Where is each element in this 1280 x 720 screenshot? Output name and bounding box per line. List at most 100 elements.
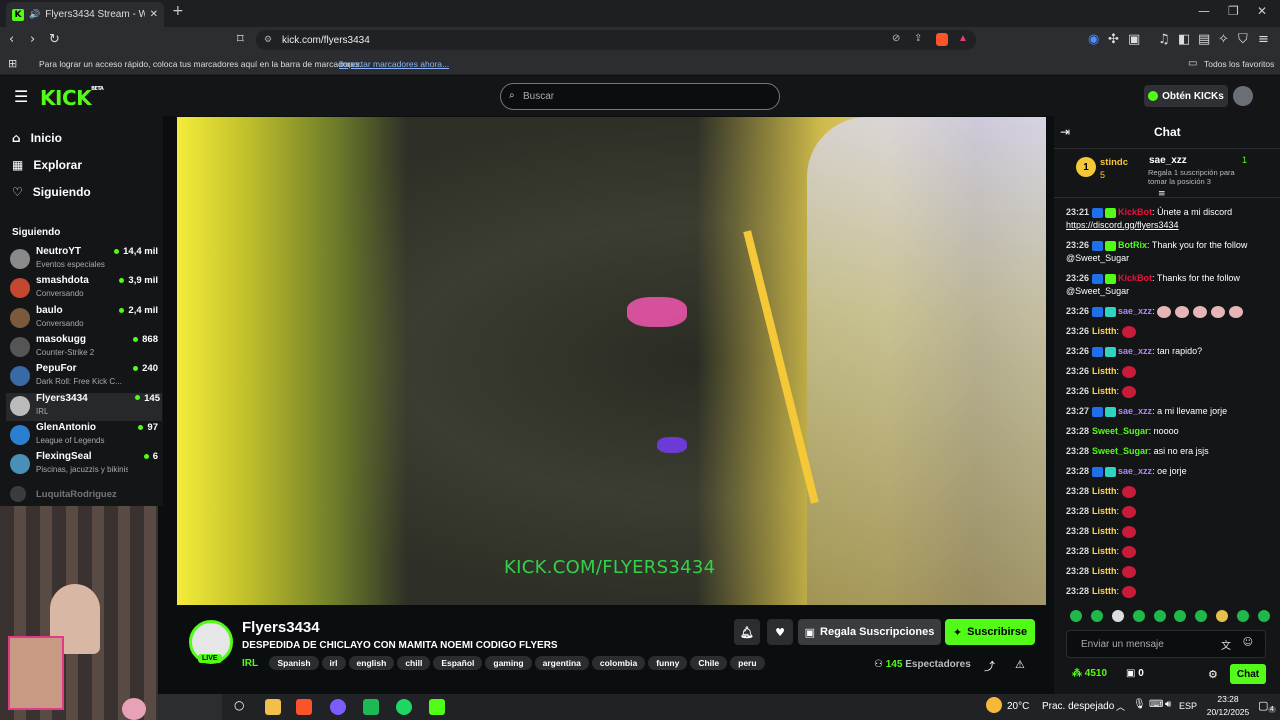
get-kicks-button[interactable]: Obtén KICKs [1144, 85, 1228, 107]
message-user[interactable]: Listth [1092, 526, 1117, 536]
browser-tab[interactable]: K 🔊 Flyers3434 Stream - Watch Li... ✕ [6, 2, 164, 27]
screenshot-icon[interactable]: ▣ [1128, 32, 1140, 47]
clock-date[interactable]: 20/12/2025 [1201, 707, 1255, 717]
brave-browser-icon[interactable] [296, 699, 312, 715]
tag-irl[interactable]: irl [321, 656, 346, 670]
tag-español[interactable]: Español [433, 656, 483, 670]
weather-temp[interactable]: 20°C [1007, 701, 1029, 712]
site-info-icon[interactable]: ⚙ [264, 34, 272, 45]
tracker-block-icon[interactable]: ⊘ [892, 33, 900, 44]
kicks-balance[interactable]: ⁂ 4510 [1072, 668, 1107, 679]
message-user[interactable]: Listth [1092, 506, 1117, 516]
message-user[interactable]: Listth [1092, 386, 1117, 396]
wallet-icon[interactable]: ▤ [1198, 32, 1210, 47]
sidebar-channel-smashdota[interactable]: smashdota Conversando 3,9 mil [10, 275, 160, 303]
collapse-chat-icon[interactable]: ⇥ [1060, 125, 1070, 139]
clock-time[interactable]: 23:28 [1208, 694, 1248, 704]
emote-icon[interactable] [1153, 610, 1166, 622]
message-user[interactable]: KickBot [1118, 207, 1152, 217]
emote-icon[interactable] [1195, 610, 1208, 622]
settings-icon[interactable]: ⚙ [1208, 668, 1218, 681]
emote-icon[interactable] [1070, 610, 1082, 622]
hamburger-menu-icon[interactable]: ☰ [14, 87, 28, 106]
video-player[interactable]: KICK.COM/FLYERS3434 [177, 117, 1046, 605]
emote-icon[interactable] [1216, 610, 1229, 622]
message-user[interactable]: Listth [1092, 566, 1117, 576]
message-user[interactable]: Listth [1092, 326, 1117, 336]
new-tab-icon[interactable]: + [172, 3, 184, 19]
emote-icon[interactable] [1132, 610, 1145, 622]
menu-icon[interactable]: ≡ [1258, 32, 1269, 47]
expand-icon[interactable]: ≡ [1158, 189, 1166, 199]
mic-icon[interactable]: 🎙︎ [1133, 699, 1146, 710]
subs-balance[interactable]: ▣ 0 [1126, 668, 1144, 679]
nav-home[interactable]: ⌂ Inicio [12, 131, 62, 145]
leo-ai-icon[interactable]: ✧ [1218, 32, 1229, 47]
emote-icon[interactable] [1111, 610, 1124, 622]
emote-icon[interactable] [1257, 610, 1270, 622]
offline-channel[interactable]: LuquitaRodriguez [10, 486, 158, 502]
gift-subs-button[interactable]: ▣ Regala Suscripciones [798, 619, 941, 645]
search-input[interactable]: ⌕ Buscar [500, 83, 780, 110]
weather-text[interactable]: Prac. despejado [1042, 701, 1114, 712]
tag-chile[interactable]: Chile [690, 656, 728, 670]
app-icon[interactable] [330, 699, 346, 715]
message-user[interactable]: Listth [1092, 546, 1117, 556]
sidebar-channel-pepufor[interactable]: PepuFor Dark Roll: Free Kick C... 240 [10, 363, 160, 391]
all-favorites[interactable]: Todos los favoritos [1204, 59, 1274, 69]
message-user[interactable]: Sweet_Sugar [1092, 446, 1149, 456]
tag-gaming[interactable]: gaming [485, 656, 532, 670]
subscribe-button[interactable]: ✦ Suscribirse [945, 619, 1035, 645]
message-user[interactable]: sae_xzz [1118, 306, 1152, 316]
user-avatar[interactable] [1233, 86, 1253, 106]
apps-grid-icon[interactable]: ⊞ [8, 57, 17, 70]
brave-rewards-icon[interactable]: ▲ [958, 33, 968, 44]
close-tab-icon[interactable]: ✕ [150, 9, 158, 20]
notifications-button[interactable]: 🔔︎ [734, 619, 760, 645]
sidebar-toggle-icon[interactable]: ◧ [1178, 32, 1190, 47]
translate-icon[interactable]: 文 [1221, 637, 1231, 652]
tag-argentina[interactable]: argentina [534, 656, 589, 670]
notifications-icon[interactable]: ▢ [1258, 699, 1268, 712]
nav-explore[interactable]: ▦ Explorar [12, 158, 82, 172]
search-box[interactable] [158, 694, 222, 720]
message-user[interactable]: KickBot [1118, 273, 1152, 283]
audio-icon[interactable]: ◉ [1088, 32, 1099, 47]
obs-icon[interactable] [363, 699, 379, 715]
file-explorer-icon[interactable] [265, 699, 281, 715]
sidebar-channel-masokugg[interactable]: masokugg Counter-Strike 2 868 [10, 334, 160, 362]
volume-icon[interactable]: 🔊︎ [1165, 699, 1171, 710]
back-icon[interactable]: ‹ [9, 32, 14, 47]
emote-icon[interactable] [1237, 610, 1249, 622]
chevron-up-icon[interactable]: ︿ [1116, 700, 1125, 713]
message-user[interactable]: sae_xzz [1118, 346, 1152, 356]
language-indicator[interactable]: ESP [1179, 701, 1197, 711]
reload-icon[interactable]: ↻ [49, 32, 60, 47]
sidebar-channel-glenantonio[interactable]: GlenAntonio League of Legends 97 [10, 422, 160, 450]
sidebar-channel-neutroyt[interactable]: NeutroYT Eventos especiales 14,4 mil [10, 246, 160, 274]
streamer-name[interactable]: Flyers3434 [242, 619, 320, 636]
tag-colombia[interactable]: colombia [591, 656, 646, 670]
url-field[interactable]: ⚙ kick.com/flyers3434 ⊘ ⇪ ▲ [256, 30, 976, 50]
emote-icon[interactable] [1090, 610, 1103, 622]
kick-app-icon[interactable] [429, 699, 445, 715]
share-icon[interactable]: ⤴ [984, 658, 995, 674]
emote-icon[interactable] [1174, 610, 1187, 622]
follow-button[interactable]: ♥ [767, 619, 793, 645]
tag-peru[interactable]: peru [730, 656, 765, 670]
task-view-icon[interactable]: ○ [234, 698, 244, 712]
tag-chill[interactable]: chill [397, 656, 431, 670]
message-user[interactable]: BotRix [1118, 240, 1147, 250]
share-icon[interactable]: ⇪ [914, 33, 922, 44]
message-user[interactable]: Listth [1092, 586, 1117, 596]
close-window-icon[interactable]: ✕ [1257, 4, 1267, 18]
tag-funny[interactable]: funny [648, 656, 688, 670]
brave-shield-icon[interactable] [936, 33, 948, 46]
chat-input[interactable]: Enviar un mensaje 文 ☺ [1066, 630, 1266, 658]
message-user[interactable]: sae_xzz [1118, 406, 1152, 416]
music-icon[interactable]: ♫ [1158, 32, 1170, 47]
tag-english[interactable]: english [348, 656, 395, 670]
sidebar-channel-flyers3434[interactable]: Flyers3434 IRL 145 [6, 392, 162, 421]
spotify-icon[interactable] [396, 699, 412, 715]
message-user[interactable]: Sweet_Sugar [1092, 426, 1149, 436]
